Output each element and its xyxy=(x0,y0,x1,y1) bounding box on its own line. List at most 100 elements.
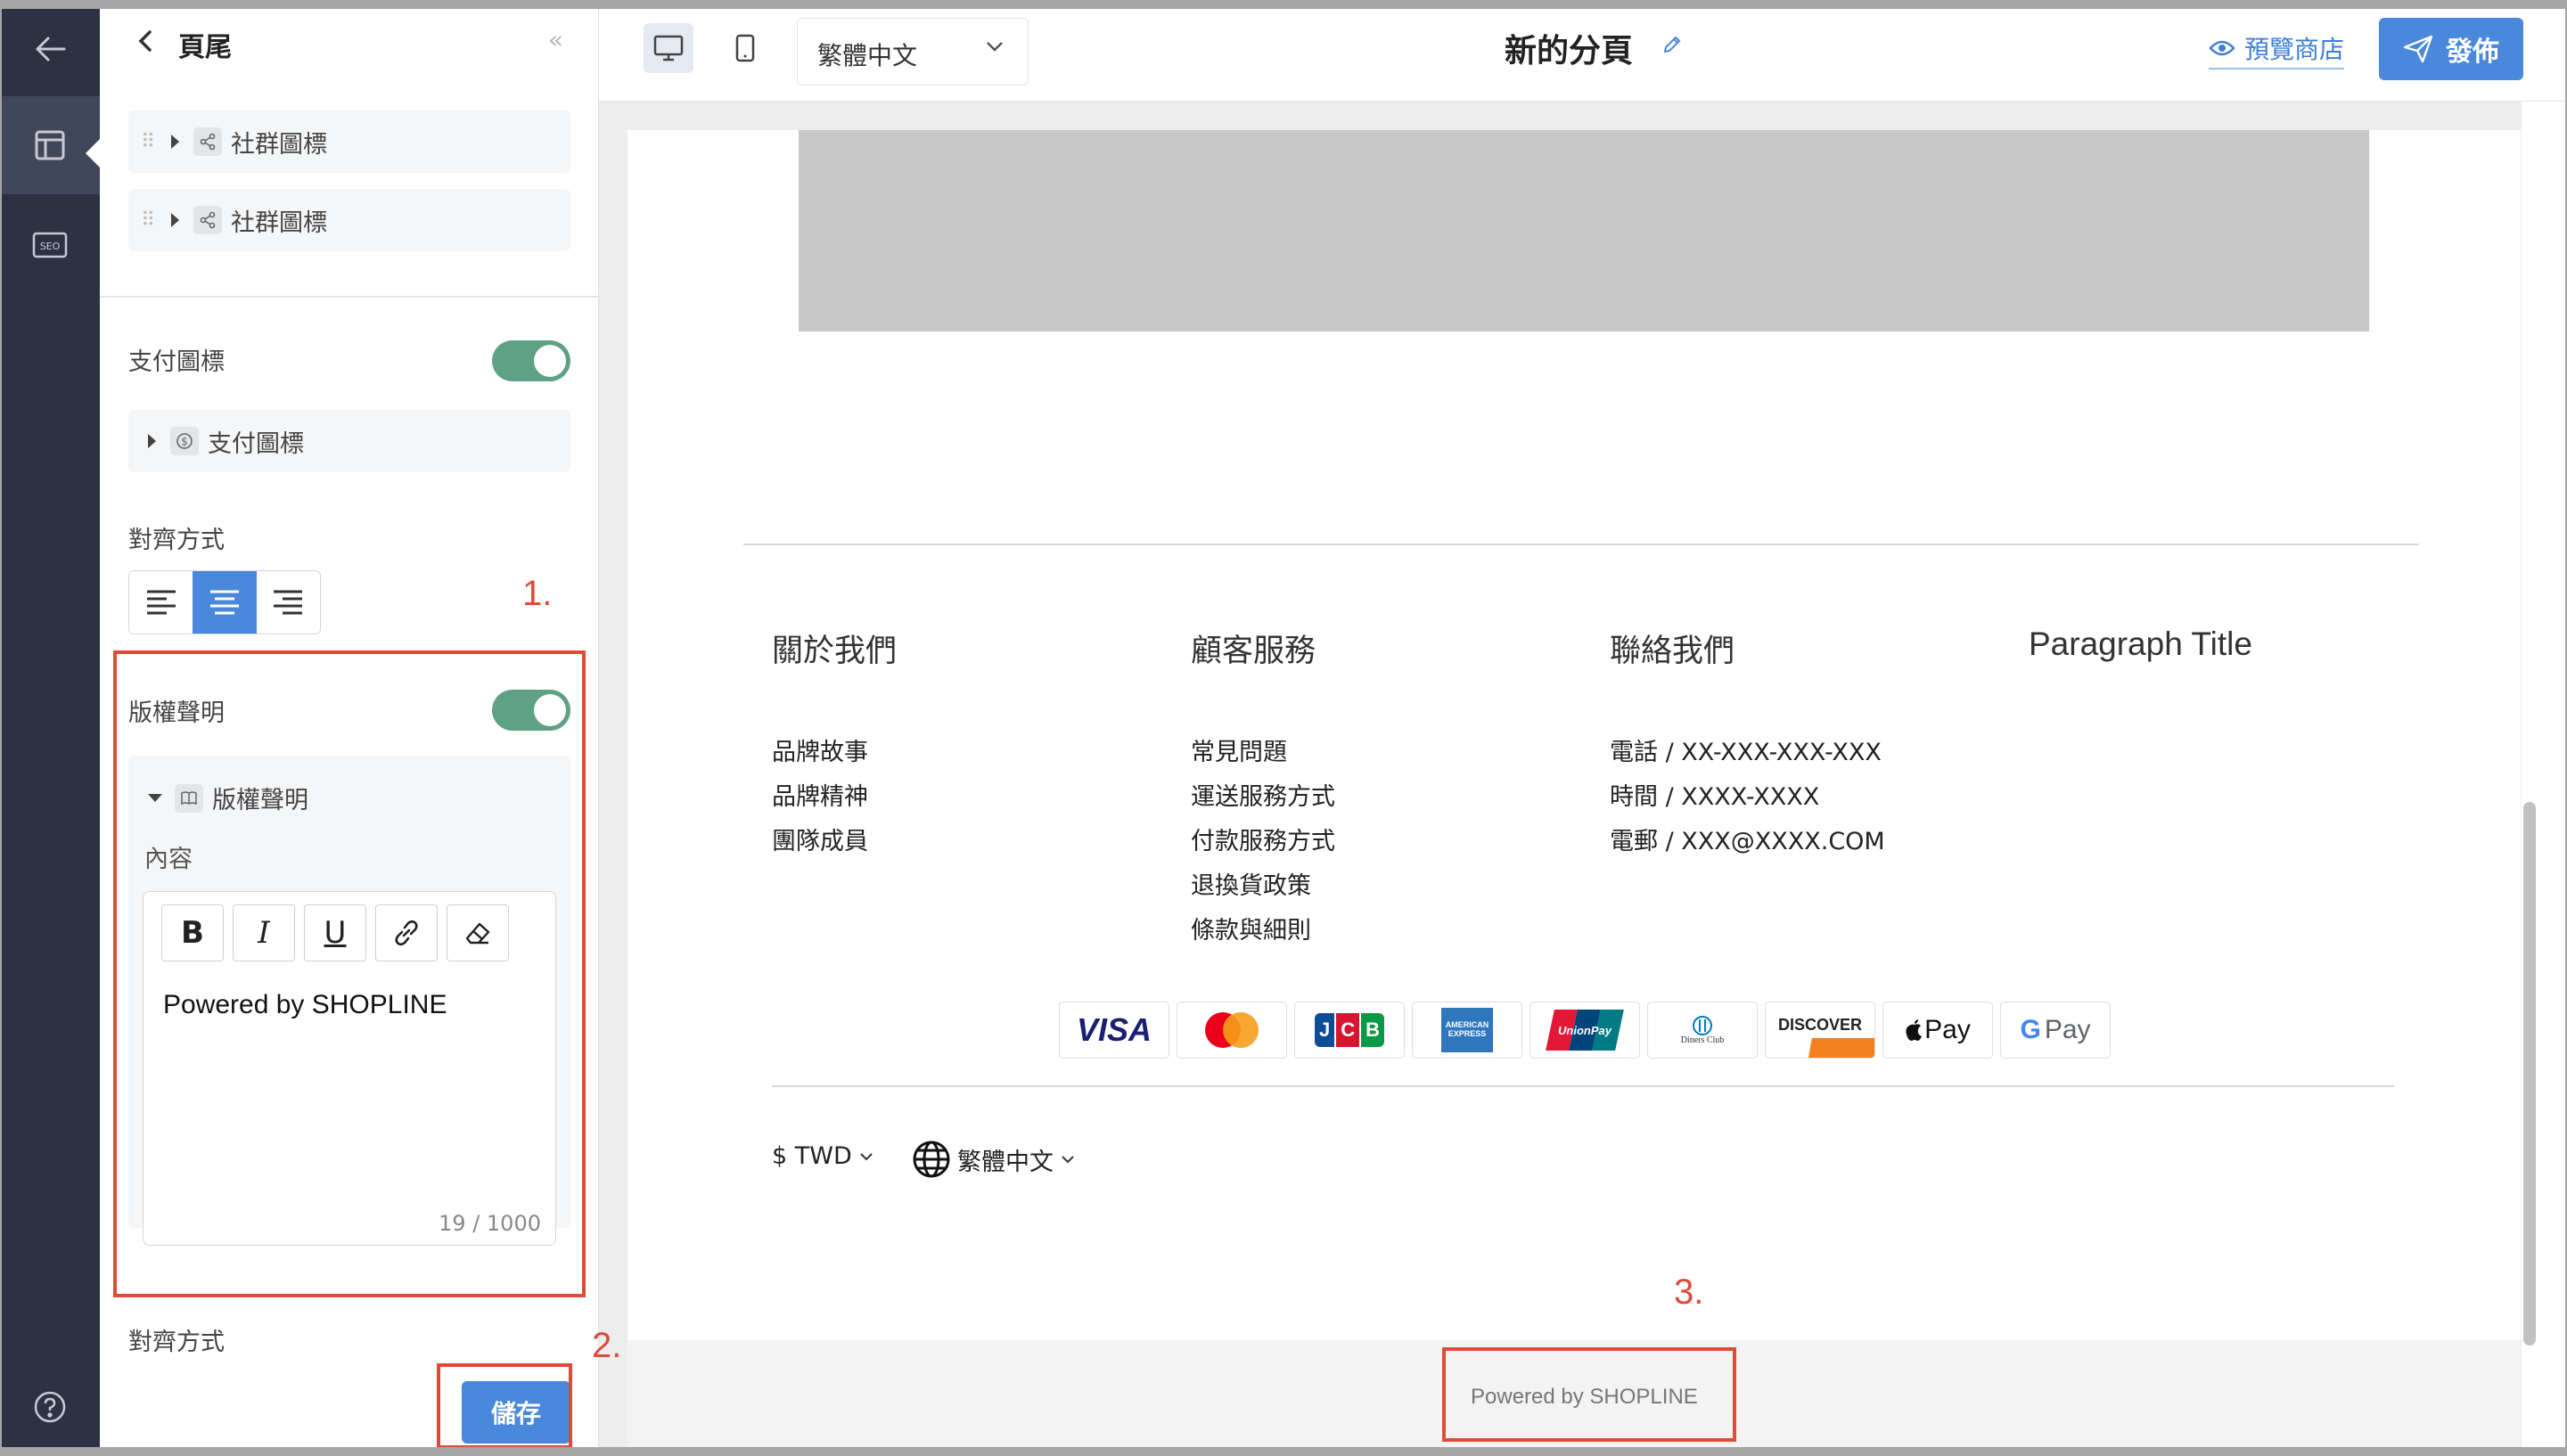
contact-hours: 時間 / XXXX-XXXX xyxy=(1610,783,1820,811)
footer-link[interactable]: 團隊成員 xyxy=(772,822,868,856)
share-icon xyxy=(193,206,222,234)
payment-icons-label: 支付圖標 xyxy=(128,348,225,376)
layout-icon xyxy=(35,130,65,160)
payment-icons-toggle[interactable] xyxy=(492,340,570,381)
image-placeholder xyxy=(799,130,2369,331)
help-icon xyxy=(34,1391,66,1423)
footer-link[interactable]: 品牌故事 xyxy=(772,732,868,767)
left-rail: SEO xyxy=(0,0,102,1456)
align-left-button[interactable] xyxy=(129,571,193,634)
arrow-left-icon xyxy=(36,37,66,61)
payment-icons-row: VISA J C B AMERICAN EXPRESS UnionPay Din… xyxy=(1059,1002,2111,1059)
footer-bottom-divider xyxy=(772,1085,2394,1087)
page-title: 新的分頁 xyxy=(1505,33,1634,70)
alignment-label: 對齊方式 xyxy=(128,527,225,554)
share-icon xyxy=(193,127,222,156)
google-pay-icon: G Pay xyxy=(2000,1002,2111,1059)
align-right-button[interactable] xyxy=(257,571,320,634)
help-button[interactable] xyxy=(0,1358,100,1456)
svg-text:$: $ xyxy=(181,436,188,448)
chevron-left-icon[interactable] xyxy=(135,29,157,53)
payment-icons-item-label: 支付圖標 xyxy=(208,429,304,458)
footer-column-title: 顧客服務 xyxy=(1191,634,1316,669)
collapse-panel-icon[interactable]: « xyxy=(548,25,563,54)
annotation-box-2 xyxy=(437,1363,572,1449)
footer-link[interactable]: 品牌精神 xyxy=(772,777,868,812)
social-icons-item[interactable]: ⠿ 社群圖標 xyxy=(128,110,570,173)
publish-button[interactable]: 發佈 xyxy=(2379,18,2523,80)
publish-label: 發佈 xyxy=(2446,37,2499,68)
footer-link[interactable]: 運送服務方式 xyxy=(1191,777,1335,812)
layout-tab[interactable] xyxy=(0,96,102,194)
footer-top-divider xyxy=(743,544,2419,545)
pencil-icon[interactable] xyxy=(1661,34,1683,55)
footer-link[interactable]: 條款與細則 xyxy=(1191,911,1311,945)
seo-tab[interactable]: SEO xyxy=(0,196,100,294)
annotation-number-2: 2. xyxy=(592,1326,622,1365)
mobile-icon xyxy=(735,34,755,62)
send-icon xyxy=(2403,35,2433,63)
drag-handle-icon[interactable]: ⠿ xyxy=(141,209,155,232)
annotation-number-3: 3. xyxy=(1674,1272,1704,1312)
alignment-button-group xyxy=(128,570,321,634)
align-center-icon xyxy=(209,590,239,615)
desktop-icon xyxy=(653,35,684,61)
back-button[interactable] xyxy=(0,0,100,98)
annotation-box-1 xyxy=(113,650,586,1297)
annotation-number-1: 1. xyxy=(522,574,553,613)
preview-scrollbar-thumb[interactable] xyxy=(2523,802,2536,1346)
preview-store-label: 預覽商店 xyxy=(2244,35,2345,64)
chevron-down-icon xyxy=(860,1152,873,1160)
contact-email[interactable]: 電郵 / XXX@XXXX.COM xyxy=(1610,822,1885,856)
language-select[interactable]: 繁體中文 xyxy=(797,18,1029,86)
jcb-icon: J C B xyxy=(1294,1002,1405,1059)
preview-store-link[interactable]: 預覽商店 xyxy=(2209,30,2345,70)
page-preview: 關於我們 品牌故事 品牌精神 團隊成員 顧客服務 常見問題 運送服務方式 付款服… xyxy=(627,130,2521,1340)
mastercard-icon xyxy=(1177,1002,1287,1059)
contact-phone: 電話 / XX-XXX-XXX-XXX xyxy=(1610,739,1882,766)
social-icons-label: 社群圖標 xyxy=(231,209,327,237)
align-right-icon xyxy=(274,590,303,615)
expand-caret-icon[interactable] xyxy=(148,434,156,448)
eye-icon xyxy=(2209,40,2235,56)
chevron-down-icon xyxy=(987,42,1003,52)
amex-icon: AMERICAN EXPRESS xyxy=(1412,1002,1522,1059)
panel-header: 頁尾 « xyxy=(100,9,598,80)
diners-club-icon: Diners Club xyxy=(1647,1002,1758,1059)
alignment-label-2: 對齊方式 xyxy=(128,1329,225,1356)
seo-icon-label: SEO xyxy=(40,241,61,252)
currency-value: $ TWD xyxy=(772,1142,852,1170)
footer-link[interactable]: 退換貨政策 xyxy=(1191,866,1311,901)
drag-handle-icon[interactable]: ⠿ xyxy=(141,131,155,153)
align-left-icon xyxy=(146,590,176,615)
align-center-button[interactable] xyxy=(193,571,257,634)
apple-pay-icon: Pay xyxy=(1882,1002,1993,1059)
unionpay-icon: UnionPay xyxy=(1530,1002,1640,1059)
expand-caret-icon[interactable] xyxy=(171,135,179,149)
top-toolbar: 繁體中文 新的分頁 預覽商店 發佈 xyxy=(599,9,2565,102)
panel-title: 頁尾 xyxy=(178,32,232,63)
language-select-value: 繁體中文 xyxy=(817,41,918,70)
social-icons-item[interactable]: ⠿ 社群圖標 xyxy=(128,189,570,251)
expand-caret-icon[interactable] xyxy=(171,213,179,227)
seo-icon: SEO xyxy=(32,232,68,258)
discover-icon: DISCOVER xyxy=(1765,1002,1875,1059)
footer-link[interactable]: 付款服務方式 xyxy=(1191,822,1335,856)
visa-icon: VISA xyxy=(1059,1002,1169,1059)
globe-icon xyxy=(913,1141,950,1178)
chevron-down-icon xyxy=(1062,1156,1074,1164)
footer-column-title: 聯絡我們 xyxy=(1610,634,1735,669)
dollar-icon: $ xyxy=(170,427,199,455)
footer-column-title: Paragraph Title xyxy=(2029,626,2252,662)
language-value: 繁體中文 xyxy=(957,1148,1054,1176)
mobile-view-button[interactable] xyxy=(720,23,770,73)
section-divider xyxy=(100,296,598,298)
footer-column-title: 關於我們 xyxy=(772,634,898,669)
payment-icons-item[interactable]: $ 支付圖標 xyxy=(128,410,570,472)
desktop-view-button[interactable] xyxy=(644,23,693,73)
currency-selector[interactable]: $ TWD xyxy=(772,1142,873,1170)
annotation-box-3 xyxy=(1442,1347,1736,1442)
social-icons-label: 社群圖標 xyxy=(231,130,327,159)
language-selector[interactable]: 繁體中文 xyxy=(913,1141,1075,1178)
footer-link[interactable]: 常見問題 xyxy=(1191,732,1287,767)
